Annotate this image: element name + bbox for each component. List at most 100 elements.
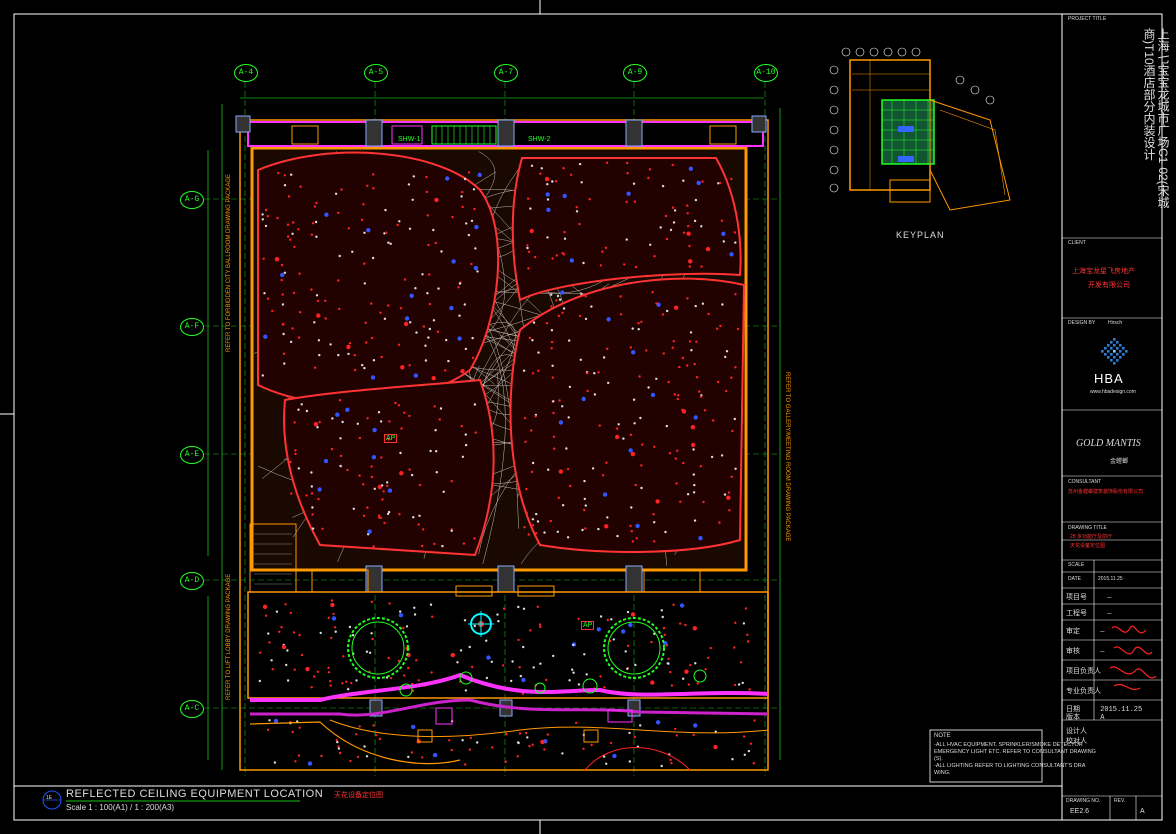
equipment-dot	[679, 603, 685, 608]
equipment-dot	[688, 259, 693, 264]
hba-logo-pixel	[1116, 353, 1119, 356]
equipment-dot	[439, 407, 443, 410]
equipment-dot	[372, 545, 375, 548]
equipment-dot	[387, 488, 393, 493]
equipment-dot	[543, 748, 546, 751]
equipment-dot	[300, 653, 304, 657]
equipment-dot	[682, 677, 685, 680]
equipment-dot	[310, 233, 314, 236]
equipment-dot	[673, 393, 676, 396]
equipment-dot	[560, 290, 565, 295]
equipment-dot	[546, 183, 549, 186]
equipment-dot	[457, 336, 462, 341]
equipment-dot	[558, 298, 562, 301]
equipment-dot	[626, 667, 629, 670]
equipment-dot	[641, 443, 644, 446]
equipment-dot	[399, 471, 404, 476]
equipment-dot	[522, 645, 525, 649]
equipment-dot	[403, 674, 406, 677]
equipment-dot	[348, 342, 352, 345]
equipment-dot	[332, 612, 335, 616]
equipment-dot	[677, 394, 680, 397]
lobby-wall	[247, 591, 769, 699]
equipment-dot	[317, 497, 320, 501]
equipment-dot	[645, 349, 648, 352]
equipment-dot	[661, 184, 665, 188]
equipment-dot	[461, 739, 464, 742]
equipment-dot	[399, 451, 402, 455]
equipment-dot	[733, 683, 737, 687]
equipment-dot	[451, 215, 454, 219]
equipment-dot	[402, 626, 405, 630]
equipment-dot	[666, 309, 669, 313]
equipment-dot	[400, 365, 405, 370]
equipment-dot	[582, 747, 585, 750]
equipment-dot	[313, 422, 319, 427]
equipment-dot	[664, 530, 667, 534]
equipment-dot	[428, 273, 431, 276]
hba-logo-text: HBA	[1094, 371, 1124, 386]
equipment-dot	[686, 231, 691, 236]
equipment-dot	[339, 464, 342, 468]
equipment-dot	[289, 460, 292, 464]
equipment-dot	[701, 180, 704, 183]
sheet-id: 1E	[46, 795, 53, 801]
equipment-dot	[523, 416, 527, 420]
equipment-dot	[264, 224, 268, 228]
equipment-dot	[546, 236, 549, 239]
equipment-dot	[552, 654, 555, 658]
equipment-dot	[413, 373, 418, 378]
equipment-dot	[601, 474, 605, 477]
equipment-dot	[372, 173, 375, 176]
equipment-dot	[361, 363, 364, 367]
equipment-dot	[545, 322, 549, 325]
equipment-dot	[516, 755, 519, 758]
equipment-dot	[403, 321, 409, 327]
equipment-dot	[381, 498, 384, 501]
equipment-dot	[693, 219, 697, 223]
equipment-dot	[568, 679, 571, 682]
equipment-dot	[705, 246, 711, 252]
hba-logo-pixel	[1110, 353, 1113, 356]
equipment-dot	[433, 405, 436, 408]
equipment-dot	[305, 666, 310, 672]
equipment-dot	[522, 607, 526, 610]
equipment-dot	[362, 203, 365, 206]
equipment-dot	[664, 214, 668, 218]
equipment-dot	[544, 176, 550, 182]
equipment-dot	[690, 425, 696, 430]
chandelier-ring-left	[347, 617, 409, 679]
equipment-dot	[525, 487, 528, 491]
equipment-dot	[694, 304, 697, 308]
equipment-dot	[318, 421, 321, 424]
equipment-dot	[273, 718, 279, 724]
equipment-dot	[351, 634, 355, 637]
equipment-dot	[355, 733, 358, 736]
equipment-dot	[718, 181, 722, 185]
equipment-dot	[557, 314, 560, 318]
equipment-dot	[427, 336, 430, 339]
drawing-title-cn: 天花设备定位图	[334, 792, 383, 799]
hba-logo-pixel	[1122, 347, 1125, 350]
equipment-dot	[362, 514, 366, 517]
equipment-dot	[473, 537, 476, 540]
equipment-dot	[527, 533, 530, 536]
equipment-dot	[748, 688, 751, 691]
equipment-dot	[742, 735, 746, 738]
equipment-dot	[297, 754, 301, 757]
equipment-dot	[722, 240, 725, 243]
equipment-dot	[526, 246, 529, 250]
equipment-dot	[408, 364, 411, 367]
equipment-dot	[389, 242, 392, 245]
equipment-dot	[409, 321, 412, 324]
equipment-dot	[387, 656, 390, 660]
equipment-dot	[661, 313, 665, 316]
equipment-dot	[605, 461, 608, 464]
equipment-dot	[651, 291, 654, 294]
equipment-dot	[338, 307, 341, 311]
equipment-dot	[563, 230, 566, 234]
equipment-dot	[687, 683, 690, 686]
grid-bubble-top: A-9	[623, 64, 647, 82]
equipment-dot	[742, 622, 746, 625]
equipment-dot	[599, 615, 603, 618]
